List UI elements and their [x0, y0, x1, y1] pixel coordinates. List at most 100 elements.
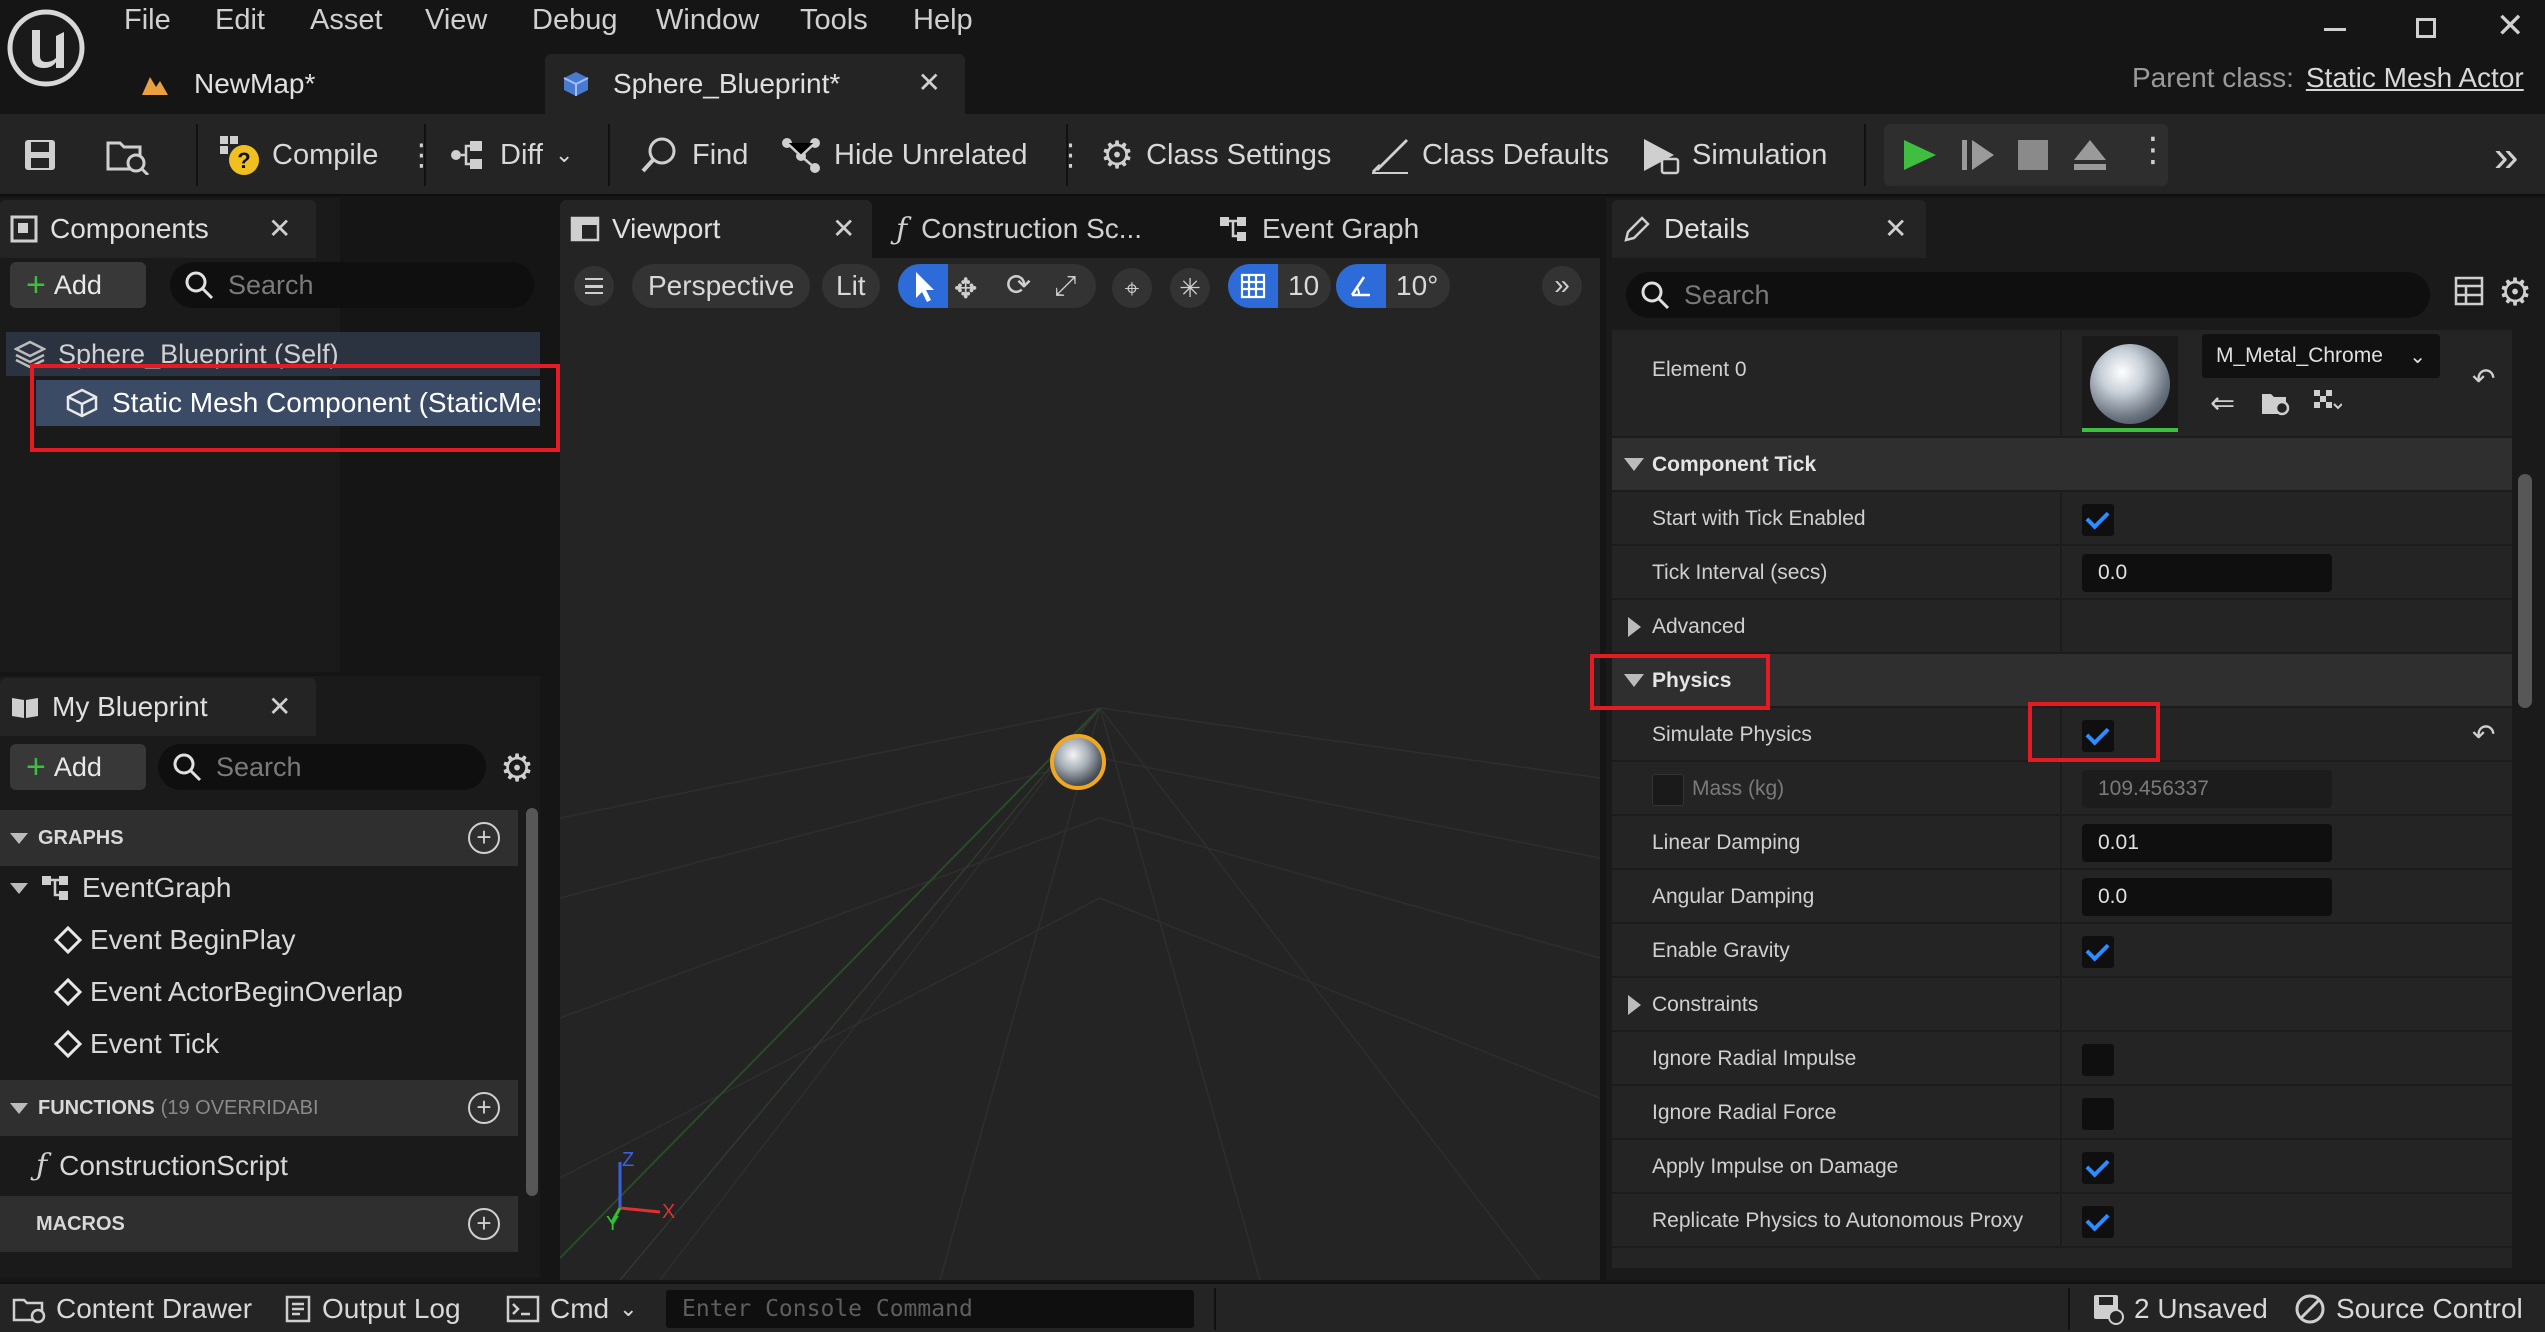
viewport-canvas[interactable]: Z X Y — [560, 258, 1600, 1280]
unsaved-button[interactable]: 2 Unsaved — [2092, 1284, 2268, 1332]
gear-icon[interactable]: ⚙ — [500, 746, 534, 791]
construction-script-tab[interactable]: ƒ Construction Sc... — [896, 200, 1142, 258]
unreal-logo-icon[interactable] — [6, 8, 86, 88]
add-graph-icon[interactable]: + — [468, 822, 500, 854]
close-icon[interactable]: ✕ — [268, 212, 291, 245]
components-search-input[interactable]: Search — [170, 262, 534, 308]
material-dropdown[interactable]: M_Metal_Chrome ⌄ — [2202, 334, 2440, 378]
add-component-button[interactable]: + Add — [10, 262, 146, 308]
mass-override-checkbox[interactable] — [1652, 774, 1684, 806]
move-tool-icon[interactable]: ✥ — [954, 272, 977, 305]
doc-tab-newmap[interactable]: NewMap* — [130, 54, 520, 114]
scale-tool-icon[interactable]: ⤢ — [1054, 270, 1076, 303]
menu-debug[interactable]: Debug — [532, 4, 617, 37]
simulation-button[interactable]: Simulation — [1640, 114, 1827, 196]
close-icon[interactable]: ✕ — [1884, 212, 1907, 245]
restore-icon[interactable] — [2416, 18, 2436, 38]
browse-button[interactable] — [106, 114, 150, 196]
event-graph-tab[interactable]: Event Graph — [1218, 200, 1419, 258]
linear-damping-input[interactable]: 0.01 — [2082, 824, 2332, 862]
event-item[interactable]: Event BeginPlay — [53, 924, 295, 956]
doc-tab-sphere-blueprint[interactable]: Sphere_Blueprint* ✕ — [545, 54, 965, 114]
perspective-button[interactable]: Perspective — [632, 264, 811, 308]
browse-asset-icon[interactable] — [2260, 388, 2292, 418]
constraints-row[interactable]: Constraints — [1612, 978, 2512, 1032]
reset-to-default-icon[interactable]: ↶ — [2472, 718, 2495, 751]
close-icon[interactable]: ✕ — [918, 66, 941, 99]
gear-icon[interactable]: ⚙ — [2498, 270, 2532, 315]
play-options-icon[interactable]: ⋮ — [2136, 130, 2170, 170]
viewport-tab[interactable]: Viewport ✕ — [560, 200, 872, 258]
enable-gravity-checkbox[interactable] — [2082, 936, 2114, 968]
tick-interval-input[interactable]: 0.0 — [2082, 554, 2332, 592]
component-tick-category[interactable]: Component Tick — [1612, 438, 2512, 492]
diff-button[interactable]: Diff ⌄ — [448, 114, 573, 196]
event-graph-item[interactable]: EventGraph — [10, 872, 231, 904]
menu-view[interactable]: View — [425, 4, 487, 37]
components-tab[interactable]: Components ✕ — [0, 200, 316, 258]
menu-help[interactable]: Help — [913, 4, 973, 37]
details-tab[interactable]: Details ✕ — [1612, 200, 1926, 258]
ignore-radial-force-checkbox[interactable] — [2082, 1098, 2114, 1130]
selected-sphere-mesh[interactable] — [1050, 734, 1106, 790]
surface-snap-icon[interactable]: ✳ — [1170, 268, 1210, 308]
add-function-icon[interactable]: + — [468, 1092, 500, 1124]
material-thumbnail[interactable] — [2082, 336, 2178, 432]
my-blueprint-scrollbar[interactable] — [526, 808, 538, 1196]
reset-to-default-icon[interactable]: ↶ — [2472, 362, 2495, 395]
lit-button[interactable]: Lit — [822, 264, 880, 308]
class-defaults-button[interactable]: Class Defaults — [1370, 114, 1609, 196]
menu-file[interactable]: File — [124, 4, 171, 37]
find-button[interactable]: Find — [640, 114, 748, 196]
eject-icon[interactable] — [2072, 138, 2108, 172]
ignore-radial-impulse-checkbox[interactable] — [2082, 1044, 2114, 1076]
menu-asset[interactable]: Asset — [310, 4, 383, 37]
grid-snap-button[interactable]: 10 — [1228, 264, 1332, 308]
my-blueprint-search-input[interactable]: Search — [158, 744, 486, 790]
functions-section-header[interactable]: FUNCTIONS (19 OVERRIDABI + — [0, 1080, 518, 1136]
add-blueprint-item-button[interactable]: + Add — [10, 744, 146, 790]
close-icon[interactable]: ✕ — [832, 212, 855, 245]
rotation-snap-button[interactable]: 10° — [1336, 264, 1451, 308]
find-options-icon[interactable]: ⋮ — [1055, 138, 1085, 173]
minimize-icon[interactable] — [2324, 28, 2346, 31]
close-icon[interactable]: ✕ — [268, 690, 291, 723]
console-command-input[interactable]: Enter Console Command — [666, 1290, 1194, 1328]
source-control-button[interactable]: Source Control — [2294, 1284, 2523, 1332]
add-macro-icon[interactable]: + — [468, 1208, 500, 1240]
window-close-icon[interactable]: ✕ — [2496, 6, 2525, 46]
advanced-row[interactable]: Advanced — [1612, 600, 2512, 654]
material-options-icon[interactable] — [2312, 388, 2342, 416]
start-tick-checkbox[interactable] — [2082, 504, 2114, 536]
compile-options-icon[interactable]: ⋮ — [406, 138, 436, 173]
output-log-button[interactable]: Output Log — [284, 1284, 461, 1332]
my-blueprint-tab[interactable]: My Blueprint ✕ — [0, 678, 316, 736]
parent-class-link[interactable]: Static Mesh Actor — [2306, 62, 2524, 94]
event-item[interactable]: Event Tick — [53, 1028, 219, 1060]
property-matrix-icon[interactable] — [2454, 276, 2484, 306]
event-item[interactable]: Event ActorBeginOverlap — [53, 976, 403, 1008]
stop-icon[interactable] — [2018, 140, 2048, 170]
hide-unrelated-button[interactable]: Hide Unrelated ⋮ — [780, 114, 1085, 196]
content-drawer-button[interactable]: Content Drawer — [12, 1284, 252, 1332]
construction-script-item[interactable]: ƒ ConstructionScript — [36, 1148, 288, 1183]
graphs-section-header[interactable]: GRAPHS + — [0, 810, 518, 866]
frame-skip-icon[interactable] — [1960, 138, 1996, 172]
apply-impulse-checkbox[interactable] — [2082, 1152, 2114, 1184]
save-button[interactable] — [22, 114, 58, 196]
compile-button[interactable]: ? Compile ⋮ — [218, 114, 436, 196]
menu-window[interactable]: Window — [656, 4, 759, 37]
viewport-overflow-icon[interactable]: » — [1542, 266, 1582, 306]
menu-edit[interactable]: Edit — [215, 4, 265, 37]
use-selected-icon[interactable]: ⇐ — [2210, 386, 2235, 421]
macros-section-header[interactable]: MACROS + — [0, 1196, 518, 1252]
details-search-input[interactable]: Search — [1626, 272, 2430, 318]
select-tool-icon[interactable] — [898, 264, 948, 308]
details-scrollbar[interactable] — [2518, 474, 2532, 708]
replicate-physics-checkbox[interactable] — [2082, 1206, 2114, 1238]
toolbar-overflow-icon[interactable]: » — [2494, 132, 2518, 182]
rotate-tool-icon[interactable]: ⟳ — [1006, 268, 1031, 303]
play-icon[interactable] — [1902, 138, 1938, 172]
angular-damping-input[interactable]: 0.0 — [2082, 878, 2332, 916]
viewport-menu-button[interactable] — [574, 266, 614, 306]
